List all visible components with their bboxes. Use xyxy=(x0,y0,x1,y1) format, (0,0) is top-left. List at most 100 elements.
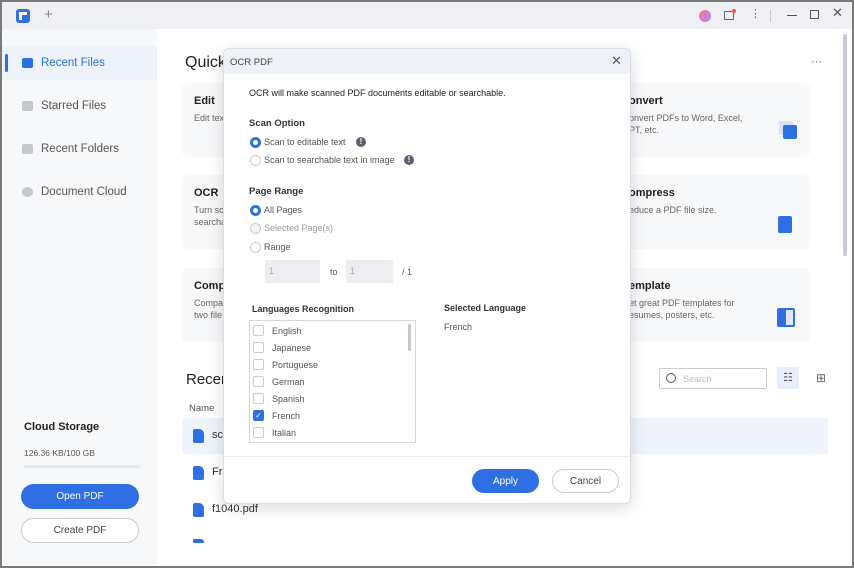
cancel-button[interactable]: Cancel xyxy=(552,469,619,493)
checkbox[interactable] xyxy=(253,376,264,387)
card-title: ompress xyxy=(629,187,675,199)
app-window: + ⋮ ✕ Recent Files Starred Files Recent … xyxy=(2,2,852,566)
card-title: Edit xyxy=(194,95,215,107)
template-icon xyxy=(777,308,795,327)
open-pdf-button[interactable]: Open PDF xyxy=(21,484,139,509)
language-item[interactable]: ✓ French xyxy=(250,407,300,424)
app-logo-icon[interactable] xyxy=(16,9,30,23)
radio-range[interactable] xyxy=(250,242,261,253)
card-desc: Compa two file xyxy=(194,298,224,320)
more-options-button[interactable]: ··· xyxy=(811,56,822,68)
radio-all-pages[interactable] xyxy=(250,205,261,216)
sidebar-item-recent-files[interactable]: Recent Files xyxy=(2,46,157,80)
avatar-icon[interactable] xyxy=(699,10,711,22)
info-icon[interactable]: ! xyxy=(356,137,366,147)
pdf-file-icon xyxy=(193,503,204,517)
range-to-input[interactable]: 1 xyxy=(346,260,393,283)
radio-scan-editable[interactable] xyxy=(250,137,261,148)
compress-icon xyxy=(778,216,792,233)
checkbox[interactable] xyxy=(253,325,264,336)
language-item[interactable]: Japanese xyxy=(250,339,311,356)
folder-icon xyxy=(22,144,33,154)
card-desc: Turn sc searcha xyxy=(194,205,227,227)
sidebar-item-starred-files[interactable]: Starred Files xyxy=(2,89,157,123)
sidebar-item-recent-folders[interactable]: Recent Folders xyxy=(2,132,157,166)
languages-label: Languages Recognition xyxy=(252,304,355,314)
language-item[interactable]: German xyxy=(250,373,305,390)
ocr-pdf-dialog: OCR PDF ✕ OCR will make scanned PDF docu… xyxy=(223,48,631,504)
cloud-icon xyxy=(22,187,33,197)
card-desc: educe a PDF file size. xyxy=(629,205,717,215)
title-bar: + ⋮ ✕ xyxy=(2,2,852,29)
language-label: Italian xyxy=(272,427,297,438)
pdf-file-icon xyxy=(193,539,204,543)
cloud-storage-usage: 126.36 KB/100 GB xyxy=(24,448,95,458)
language-label: English xyxy=(272,325,302,336)
sidebar-item-label: Recent Files xyxy=(41,57,105,69)
language-item[interactable]: Portuguese xyxy=(250,356,318,373)
card-title: emplate xyxy=(629,280,671,292)
dialog-title: OCR PDF xyxy=(230,57,273,68)
card-desc: onvert PDFs to Word, Excel, PT, etc. xyxy=(629,113,743,135)
card-title: onvert xyxy=(629,95,663,107)
checkbox[interactable] xyxy=(253,427,264,438)
radio-label[interactable]: Scan to editable text xyxy=(264,137,346,147)
file-icon xyxy=(22,58,33,68)
checkbox-checked[interactable]: ✓ xyxy=(253,410,264,421)
apply-button[interactable]: Apply xyxy=(472,469,539,493)
info-icon[interactable]: ! xyxy=(404,155,414,165)
language-item[interactable]: Spanish xyxy=(250,390,305,407)
scrollbar[interactable] xyxy=(843,34,847,256)
language-item[interactable]: Italian xyxy=(250,424,296,441)
new-tab-button[interactable]: + xyxy=(44,6,53,23)
search-input[interactable]: Search xyxy=(659,368,767,389)
checkbox[interactable] xyxy=(253,393,264,404)
more-vertical-icon[interactable]: ⋮ xyxy=(750,7,761,20)
feedback-icon[interactable] xyxy=(724,9,736,20)
search-placeholder: Search xyxy=(683,374,712,384)
cloud-storage-title: Cloud Storage xyxy=(24,421,100,433)
pdf-file-icon xyxy=(193,466,204,480)
maximize-icon[interactable] xyxy=(810,10,819,19)
name-column-header[interactable]: Name xyxy=(189,403,214,414)
list-view-button[interactable]: ☷ xyxy=(777,367,799,389)
language-label: German xyxy=(272,376,305,387)
dialog-header: OCR PDF xyxy=(224,49,630,74)
sidebar: Recent Files Starred Files Recent Folder… xyxy=(2,29,157,566)
radio-label[interactable]: Selected Page(s) xyxy=(264,223,333,233)
radio-label[interactable]: All Pages xyxy=(264,205,302,215)
radio-selected-pages[interactable] xyxy=(250,223,261,234)
create-pdf-button[interactable]: Create PDF xyxy=(21,518,139,543)
sidebar-item-document-cloud[interactable]: Document Cloud xyxy=(2,175,157,209)
radio-scan-searchable[interactable] xyxy=(250,155,261,166)
pdf-file-icon xyxy=(193,429,204,443)
grid-view-button[interactable]: ⊞ xyxy=(810,367,832,389)
languages-list[interactable]: English Japanese Portuguese German Spani… xyxy=(249,320,416,443)
card-title: OCR xyxy=(194,187,219,199)
language-label: Japanese xyxy=(272,342,312,353)
minimize-icon[interactable] xyxy=(787,15,797,16)
radio-label[interactable]: Scan to searchable text in image xyxy=(264,155,395,165)
language-item[interactable]: English xyxy=(250,322,302,339)
language-label: Portuguese xyxy=(272,359,319,370)
dialog-description: OCR will make scanned PDF documents edit… xyxy=(249,88,506,98)
range-total: / 1 xyxy=(402,267,413,277)
range-to-label: to xyxy=(330,267,338,277)
checkbox[interactable] xyxy=(253,342,264,353)
scan-option-label: Scan Option xyxy=(249,118,305,129)
range-from-input[interactable]: 1 xyxy=(265,260,320,283)
file-name[interactable]: f1040.pdf xyxy=(212,503,258,515)
card-title: Comp xyxy=(194,280,226,292)
quick-tools-title: Quick xyxy=(185,54,226,71)
convert-icon xyxy=(783,125,797,139)
search-icon xyxy=(666,373,676,383)
list-scrollbar[interactable] xyxy=(408,324,411,351)
dialog-close-icon[interactable]: ✕ xyxy=(611,53,622,69)
cloud-storage-bar xyxy=(24,465,140,468)
sidebar-item-label: Recent Folders xyxy=(41,143,119,155)
close-icon[interactable]: ✕ xyxy=(832,5,843,21)
dialog-footer-divider xyxy=(224,456,630,457)
checkbox[interactable] xyxy=(253,359,264,370)
radio-label[interactable]: Range xyxy=(264,242,291,252)
language-label: Spanish xyxy=(272,393,305,404)
